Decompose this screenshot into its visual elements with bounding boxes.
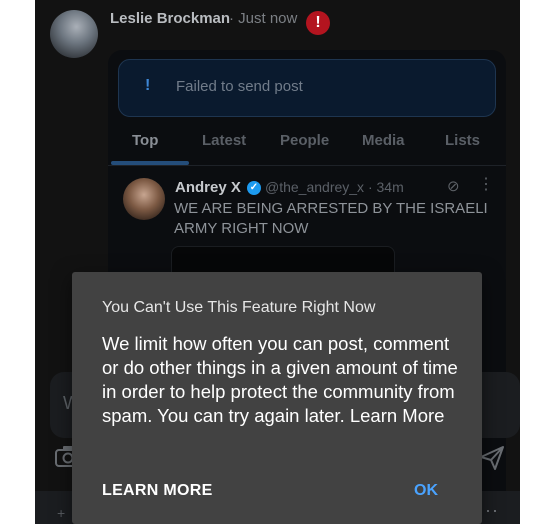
dialog-message: We limit how often you can post, comment… [102, 333, 458, 426]
tab-latest[interactable]: Latest [202, 132, 246, 149]
add-icon[interactable]: + [57, 505, 65, 521]
ok-button[interactable]: OK [414, 482, 438, 500]
tab-divider [108, 165, 506, 166]
tab-top[interactable]: Top [132, 132, 158, 149]
tweet-text: WE ARE BEING ARRESTED BY THE ISRAELI ARM… [174, 200, 488, 237]
info-icon: ! [145, 77, 151, 94]
tab-lists[interactable]: Lists [445, 132, 480, 149]
tab-people[interactable]: People [280, 132, 329, 149]
tweet-avatar[interactable] [123, 178, 165, 220]
post-timestamp: · Just now [229, 10, 298, 27]
verified-badge-icon: ✓ [247, 181, 261, 195]
tab-media[interactable]: Media [362, 132, 405, 149]
error-icon[interactable]: ! [306, 11, 330, 35]
post-author-name[interactable]: Leslie Brockman [110, 10, 230, 27]
learn-more-button[interactable]: LEARN MORE [102, 482, 213, 500]
avatar[interactable] [50, 10, 98, 58]
grok-icon[interactable]: ⊘ [447, 177, 460, 195]
failed-send-text: Failed to send post [176, 78, 303, 95]
tweet-author-name[interactable]: Andrey X [175, 179, 241, 196]
rate-limit-dialog: You Can't Use This Feature Right Now We … [72, 272, 482, 524]
send-icon[interactable] [478, 444, 506, 472]
tweet-handle: @the_andrey_x · 34m [265, 179, 404, 195]
dialog-title: You Can't Use This Feature Right Now [102, 299, 376, 316]
failed-send-banner: ! Failed to send post [118, 59, 496, 117]
more-options-icon[interactable]: ⋮ [478, 174, 494, 194]
